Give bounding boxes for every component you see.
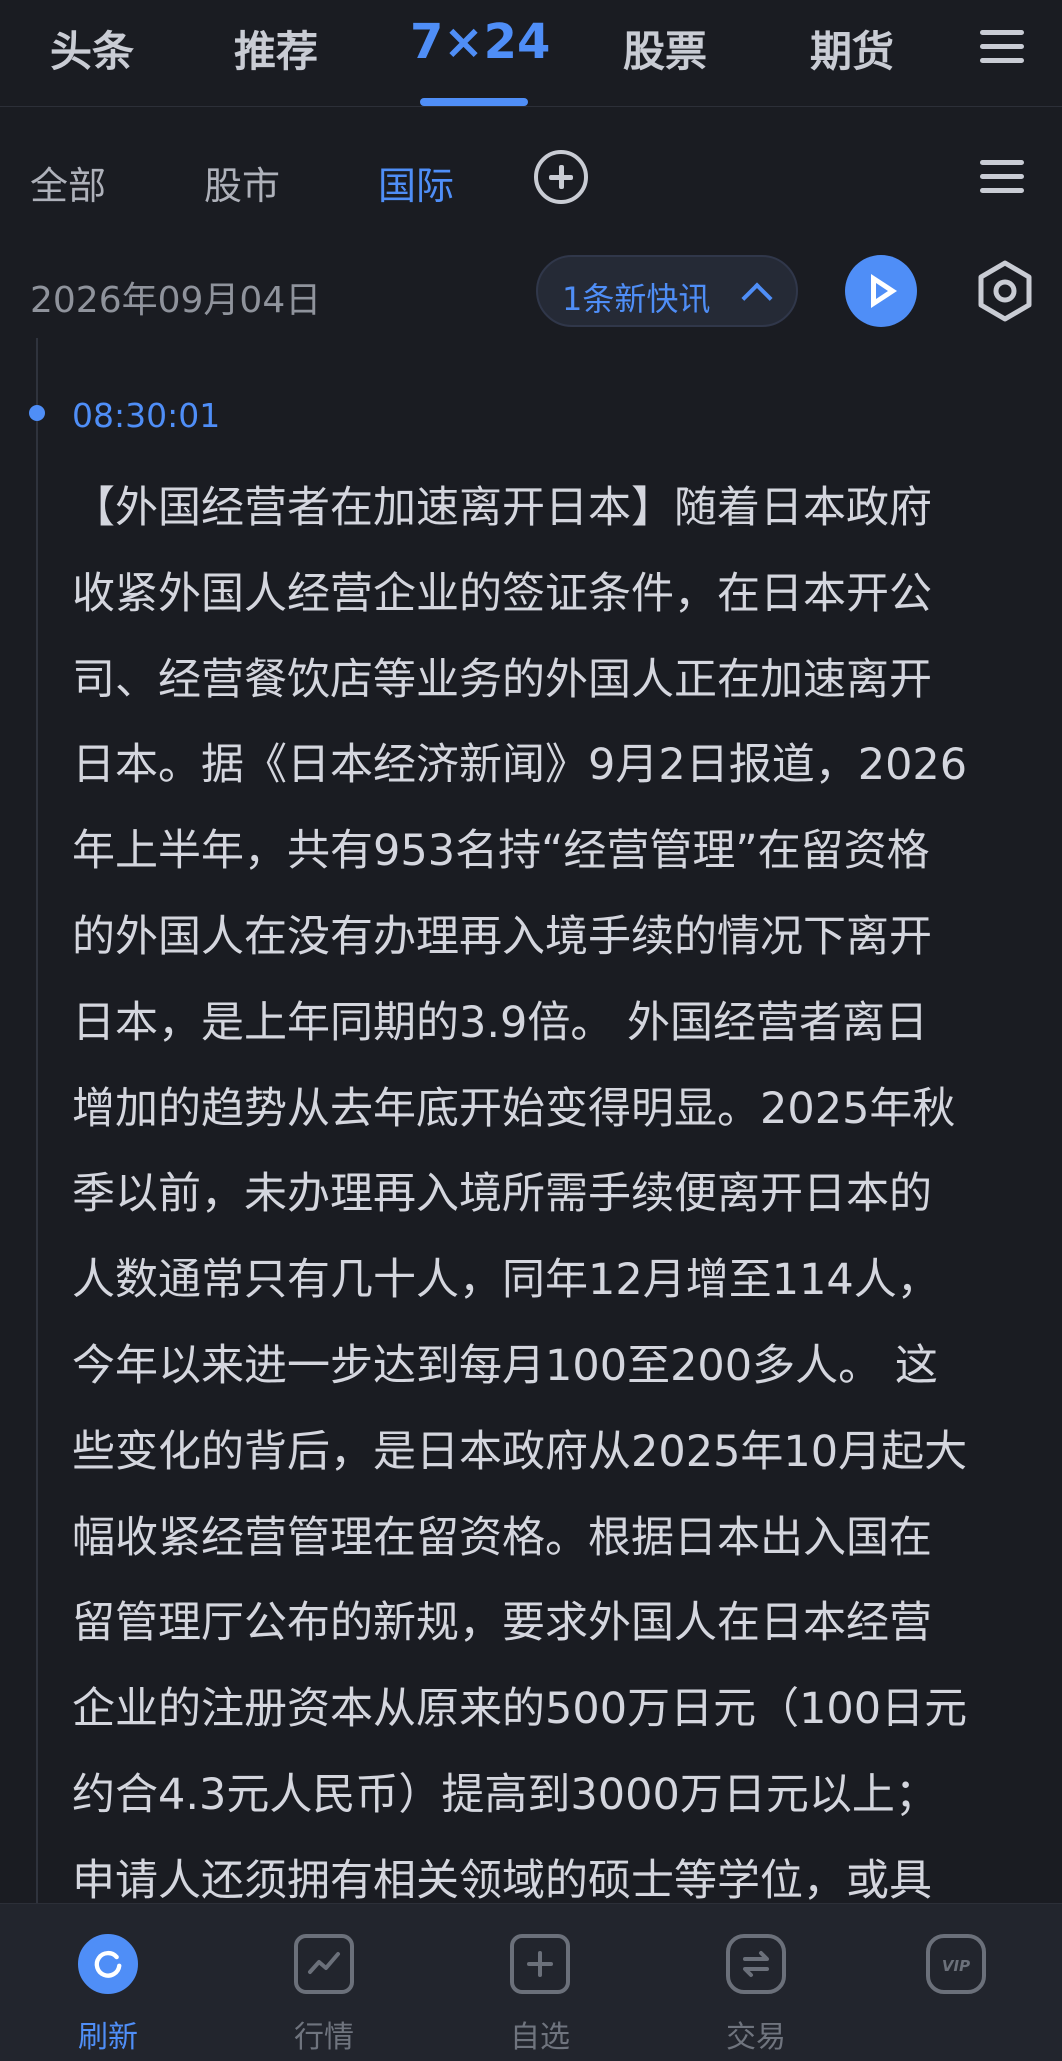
bottom-nav-trade[interactable]: 交易 xyxy=(650,1904,862,2061)
vip-icon: VIP xyxy=(926,1934,986,1994)
bottom-nav: 刷新 行情 自选 交易 VIP xyxy=(0,1903,1062,2061)
article-line: 留管理厅公布的新规，要求外国人在日本经营 xyxy=(72,1598,932,1649)
article-line: 些变化的背后，是日本政府从2025年10月起大 xyxy=(72,1426,968,1477)
refresh-icon xyxy=(78,1934,138,1994)
bottom-nav-label: 交易 xyxy=(726,2020,786,2055)
article-line: 日本。据《日本经济新闻》9月2日报道，2026 xyxy=(72,740,968,791)
article-line: 年上半年，共有953名持“经营管理”在留资格 xyxy=(72,826,930,877)
sub-menu-icon[interactable] xyxy=(980,160,1024,194)
article-line: 今年以来进一步达到每月100至200多人。 这 xyxy=(72,1340,938,1391)
timeline-line xyxy=(36,338,38,1908)
bottom-nav-label: 刷新 xyxy=(78,2020,138,2055)
top-nav: 头条 推荐 7×24 股票 期货 xyxy=(0,0,1062,107)
plus-circle-icon[interactable] xyxy=(534,150,588,204)
new-flash-label: 1条新快讯 xyxy=(562,280,711,318)
article-line: 增加的趋势从去年底开始变得明显。2025年秋 xyxy=(72,1083,956,1134)
article-line: 幅收紧经营管理在留资格。根据日本出入国在 xyxy=(72,1512,932,1563)
bottom-nav-refresh[interactable]: 刷新 xyxy=(2,1904,214,2061)
trade-exchange-icon xyxy=(726,1934,786,1994)
article-line: 收紧外国人经营企业的签证条件，在日本开公 xyxy=(72,568,932,619)
news-time: 08:30:01 xyxy=(72,396,221,435)
add-watchlist-icon xyxy=(510,1934,570,1994)
play-icon[interactable] xyxy=(845,255,917,327)
bottom-nav-market[interactable]: 行情 xyxy=(218,1904,430,2061)
timeline-dot xyxy=(29,405,45,421)
article-line: 企业的注册资本从原来的500万日元（100日元 xyxy=(72,1684,968,1735)
subtab-international[interactable]: 国际 xyxy=(378,155,454,210)
subtab-all[interactable]: 全部 xyxy=(30,155,106,210)
tab-7x24[interactable]: 7×24 xyxy=(410,14,550,70)
article-line: 日本，是上年同期的3.9倍。 外国经营者离日 xyxy=(72,997,929,1048)
article-line: 季以前，未办理再入境所需手续便离开日本的 xyxy=(72,1169,932,1220)
new-flash-button[interactable]: 1条新快讯 xyxy=(536,255,798,327)
article-line: 的外国人在没有办理再入境手续的情况下离开 xyxy=(72,911,932,962)
tab-stocks[interactable]: 股票 xyxy=(623,18,707,79)
article-line: 约合4.3元人民币）提高到3000万日元以上； xyxy=(72,1769,938,1820)
news-article[interactable]: 【外国经营者在加速离开日本】随着日本政府 收紧外国人经营企业的签证条件，在日本开… xyxy=(72,466,1057,1925)
market-chart-icon xyxy=(294,1934,354,1994)
hamburger-menu-icon[interactable] xyxy=(980,30,1024,64)
article-line: 人数通常只有几十人，同年12月增至114人， xyxy=(72,1255,940,1306)
date-label: 2026年09月04日 xyxy=(30,280,322,321)
vip-icon-text: VIP xyxy=(942,1957,970,1975)
tab-futures[interactable]: 期货 xyxy=(810,18,894,79)
bottom-nav-label: 自选 xyxy=(510,2020,570,2055)
article-line: 【外国经营者在加速离开日本】随着日本政府 xyxy=(72,483,932,533)
bottom-nav-watchlist[interactable]: 自选 xyxy=(434,1904,646,2061)
bottom-nav-label: 行情 xyxy=(294,2020,354,2055)
tab-recommended[interactable]: 推荐 xyxy=(234,18,318,79)
subtab-stock-market[interactable]: 股市 xyxy=(204,155,280,210)
bottom-nav-vip[interactable]: VIP xyxy=(850,1904,1062,2061)
tab-headlines[interactable]: 头条 xyxy=(50,18,134,79)
article-line: 司、经营餐饮店等业务的外国人正在加速离开 xyxy=(72,654,932,705)
chevron-up-icon xyxy=(741,282,773,314)
hexagon-settings-icon[interactable] xyxy=(973,259,1037,323)
active-tab-indicator xyxy=(420,98,528,106)
